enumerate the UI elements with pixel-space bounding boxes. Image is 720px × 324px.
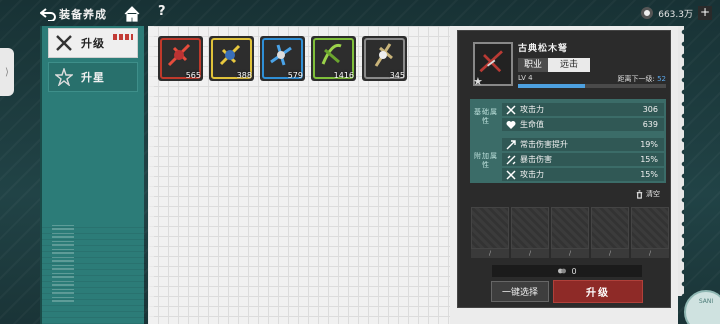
green-weapon-icon (321, 43, 342, 65)
level-progress-fill (518, 84, 585, 88)
cost-value: 0 (571, 266, 577, 276)
slot-label: / (551, 249, 589, 258)
item-count: 565 (185, 71, 201, 80)
tab-star-up-label: 升星 (81, 71, 105, 84)
tab-upgrade[interactable]: 升级 (48, 28, 138, 58)
next-level-value: 52 (657, 75, 666, 83)
item-card[interactable]: 565 (158, 36, 203, 81)
extra-attributes-label: 附加属性 (474, 152, 498, 169)
currency-display: 663.3万 + (641, 4, 712, 22)
stat-row: 生命值 639 (502, 118, 664, 131)
item-count: 1416 (333, 71, 354, 80)
gold-weapon-icon (219, 44, 241, 66)
weapon-name: 古典松木弩 (518, 44, 569, 54)
upgrade-button[interactable]: 升级 (553, 280, 643, 303)
slot-label: / (511, 249, 549, 258)
swords-icon (506, 169, 516, 180)
material-slot[interactable] (471, 207, 509, 249)
home-icon[interactable] (124, 6, 140, 22)
gray-weapon-icon (374, 43, 393, 67)
item-card[interactable]: 1416 (311, 36, 356, 81)
coins-icon (558, 268, 567, 274)
one-click-select-button[interactable]: 一键选择 (491, 281, 549, 302)
help-button[interactable]: ? (158, 4, 166, 19)
clear-label: 清空 (646, 190, 660, 198)
back-button[interactable]: 装备养成 (40, 6, 107, 22)
crossed-swords-icon (56, 35, 72, 51)
material-slot[interactable] (591, 207, 629, 249)
stat-row: 常击伤害提升 19% (502, 138, 664, 151)
cost-display: 0 (492, 265, 642, 277)
stat-row: 攻击力 15% (502, 168, 664, 181)
crit-icon (506, 155, 516, 164)
clear-button[interactable]: 清空 (635, 189, 660, 199)
stat-row: 攻击力 306 (502, 103, 664, 116)
item-count: 345 (389, 71, 405, 80)
material-slot[interactable] (511, 207, 549, 249)
heart-icon (506, 120, 516, 129)
slot-label: / (631, 249, 669, 258)
level-text: LV 4 (518, 74, 533, 82)
side-drawer-handle[interactable]: ⟩ (0, 48, 14, 96)
back-arrow-icon (40, 8, 56, 21)
currency-value: 663.3万 (658, 9, 693, 20)
next-level-text: 距离下一级: 52 (617, 75, 666, 83)
tab-star-up[interactable]: 升星 (48, 62, 138, 92)
slot-label: / (591, 249, 629, 258)
item-card[interactable]: 579 (260, 36, 305, 81)
top-bar: 装备养成 ? 663.3万 + (0, 0, 720, 28)
tab-upgrade-label: 升级 (81, 37, 105, 50)
star-icon: ★ (473, 75, 483, 88)
swords-icon (506, 104, 516, 115)
material-slot[interactable] (631, 207, 669, 249)
trash-icon (636, 189, 643, 199)
job-value: 远击 (548, 58, 591, 72)
coin-icon (641, 7, 654, 19)
barcode-decoration (52, 222, 74, 302)
back-label: 装备养成 (59, 8, 107, 21)
selected-weapon-slot[interactable]: ★ (473, 42, 513, 88)
ticket-edge-decoration (678, 26, 684, 296)
job-label: 职业 (518, 58, 549, 72)
star-icon (55, 68, 73, 86)
item-card[interactable]: 388 (209, 36, 254, 81)
base-attributes-label: 基础属性 (474, 108, 498, 125)
material-slot[interactable] (551, 207, 589, 249)
item-count: 388 (236, 71, 252, 80)
slot-label: / (471, 249, 509, 258)
add-currency-button[interactable]: + (698, 6, 712, 20)
red-weapon-icon (167, 43, 191, 67)
active-ribbon (113, 34, 133, 40)
blue-weapon-icon (270, 44, 292, 66)
job-row: 职业 远击 (518, 58, 591, 72)
item-count: 579 (287, 71, 303, 80)
item-card[interactable]: 345 (362, 36, 407, 81)
arrow-icon (506, 139, 516, 149)
stat-row: 暴击伤害 15% (502, 153, 664, 166)
level-progress-bar (518, 84, 666, 88)
item-list: 565 388 579 1416 345 (158, 36, 407, 81)
